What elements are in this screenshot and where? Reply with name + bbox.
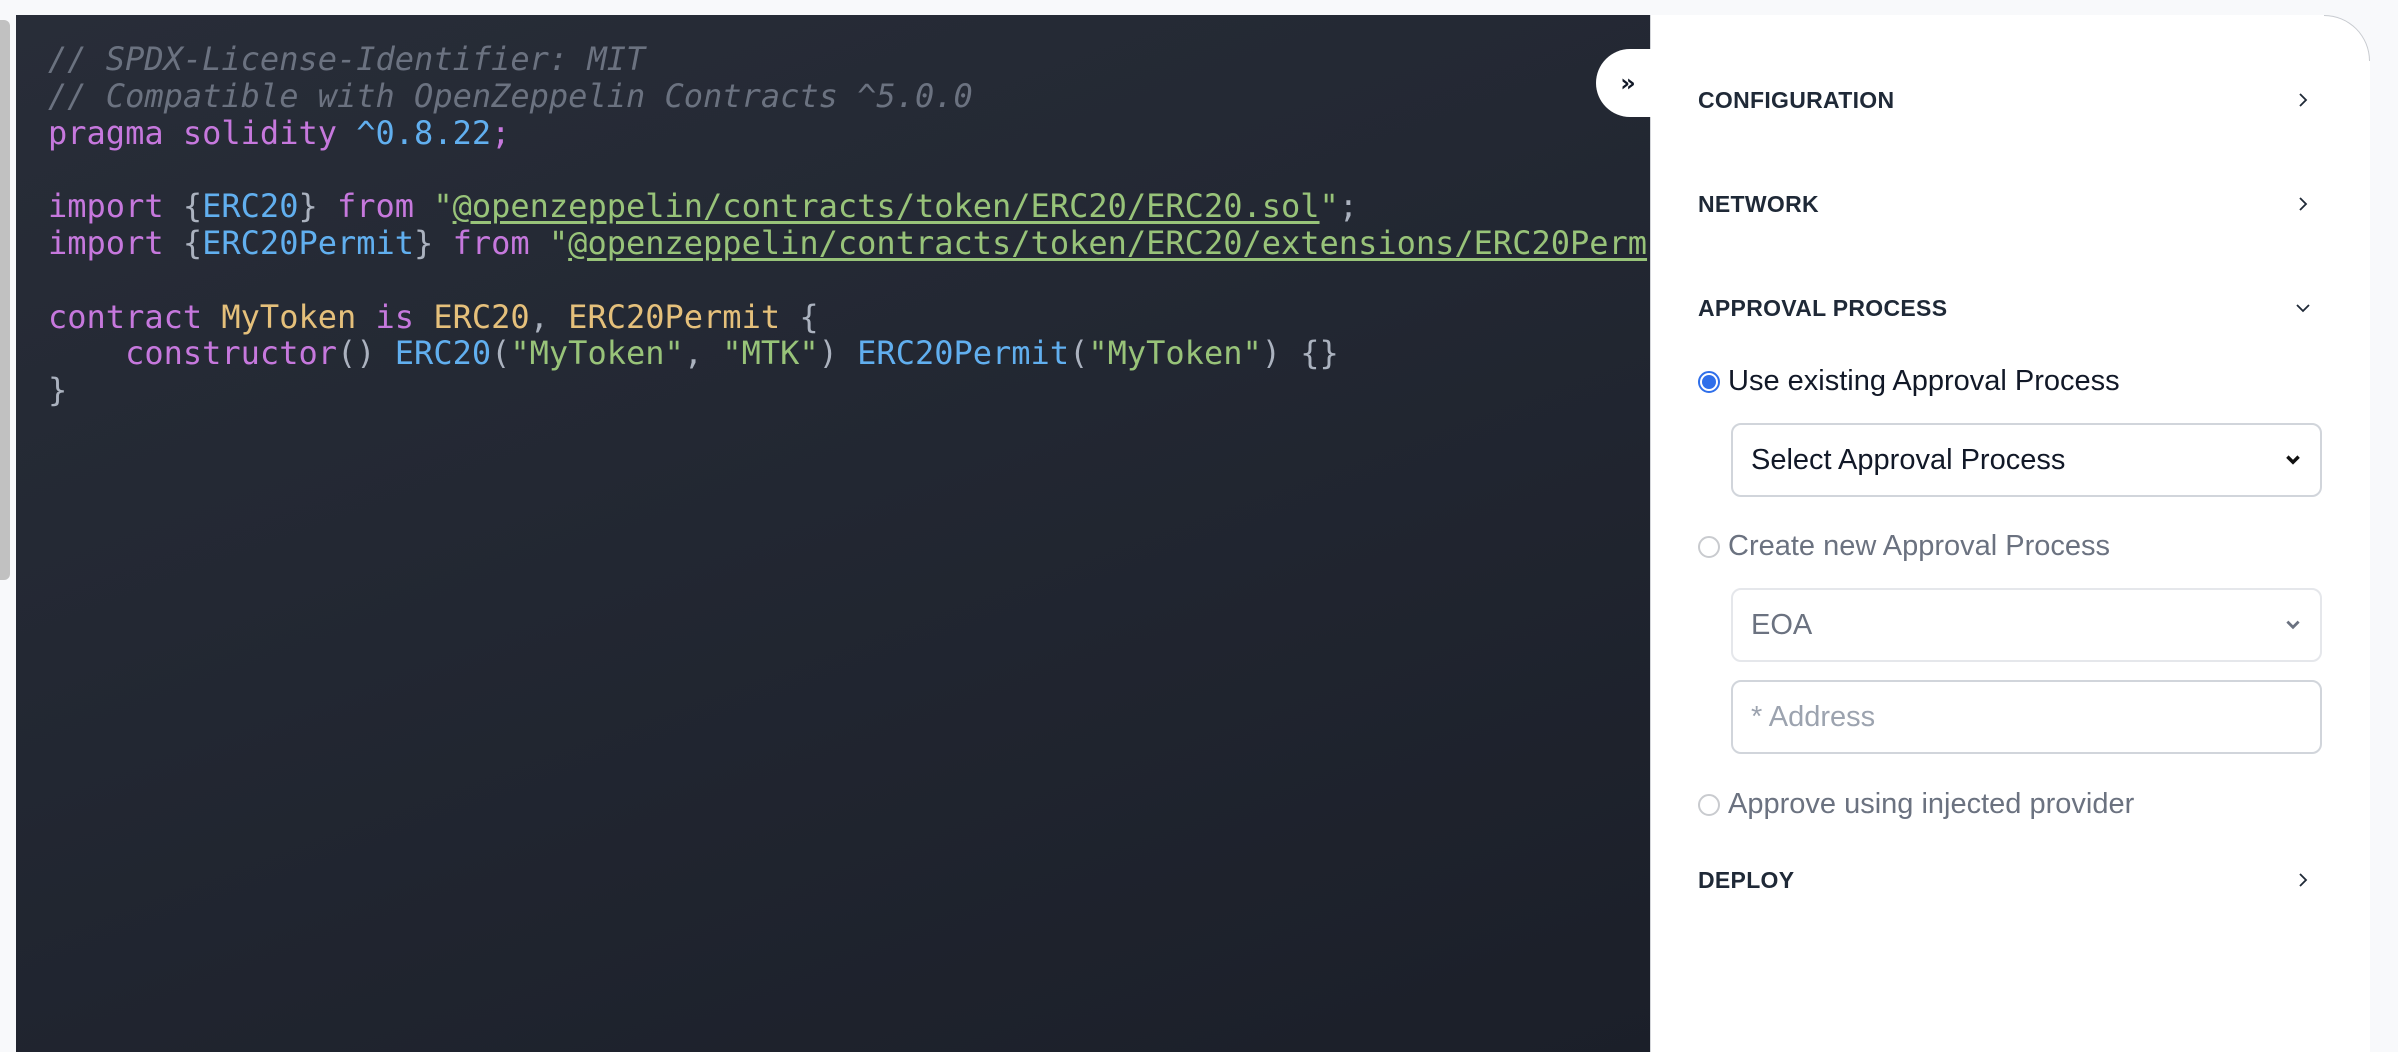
code-token: ERC20 — [202, 187, 299, 226]
approval-process-select[interactable]: Select Approval Process — [1731, 423, 2322, 497]
code-token: { — [780, 297, 819, 336]
radio-button-checked[interactable] — [1698, 370, 1720, 393]
section-label-configuration: CONFIGURATION — [1698, 86, 1895, 113]
code-token: ) — [818, 334, 858, 373]
code-token: ERC20 — [394, 334, 492, 373]
radio-button-unchecked[interactable] — [1698, 535, 1720, 558]
code-token: " — [548, 223, 569, 262]
collapse-panel-button[interactable]: » — [1596, 49, 1656, 117]
radio-create-new-approval[interactable]: Create new Approval Process — [1698, 530, 2110, 563]
code-import-path[interactable]: @openzeppelin/contracts/token/ERC20/exte… — [568, 224, 1647, 262]
radio-approve-injected-provider[interactable]: Approve using injected provider — [1698, 788, 2134, 821]
code-token: " — [433, 187, 453, 226]
code-token: MyToken — [221, 297, 357, 336]
code-token: contract — [48, 297, 222, 336]
code-token: ; — [491, 113, 511, 152]
code-token: , — [529, 297, 569, 336]
address-input[interactable] — [1731, 680, 2322, 754]
radio-label: Use existing Approval Process — [1728, 365, 2120, 397]
code-token: import — [48, 223, 183, 262]
code-token: " — [1319, 187, 1339, 226]
radio-use-existing-approval[interactable]: Use existing Approval Process — [1698, 365, 2120, 398]
code-token: , — [683, 334, 723, 373]
code-token: } — [298, 187, 318, 226]
code-token: // Compatible with OpenZeppelin Contract… — [48, 76, 973, 115]
code-token: ( — [491, 334, 511, 373]
section-approval-process[interactable]: APPROVAL PROCESS — [1698, 283, 2318, 333]
code-token: ERC20Permit — [568, 297, 781, 336]
code-editor: // SPDX-License-Identifier: MIT// Compat… — [16, 15, 1676, 1052]
code-token: ERC20Permit — [202, 223, 415, 262]
chevron-down-icon — [2284, 609, 2302, 642]
code-token: from — [317, 187, 434, 226]
code-token: from — [433, 223, 549, 262]
code-line: pragma solidity ^0.8.22; — [48, 113, 1647, 152]
code-token: constructor — [48, 334, 337, 373]
deploy-side-panel: CONFIGURATION NETWORK APPROVAL PROCESS U… — [1650, 15, 2370, 1052]
code-token: ^0.8.22 — [356, 113, 492, 152]
code-token: } — [48, 371, 68, 410]
section-label-deploy: DEPLOY — [1698, 866, 1795, 893]
code-token: ; — [1338, 187, 1359, 226]
code-token: ERC20 — [433, 297, 530, 336]
code-token: { — [182, 223, 203, 262]
select-value: Select Approval Process — [1751, 443, 2066, 476]
chevron-right-icon — [2288, 865, 2318, 895]
section-deploy[interactable]: DEPLOY — [1698, 855, 2318, 905]
code-line: constructor() ERC20("MyToken", "MTK") ER… — [48, 335, 1647, 372]
code-token: is — [356, 297, 434, 336]
code-token: // SPDX-License-Identifier: MIT — [48, 40, 646, 78]
code-token: import — [48, 187, 183, 226]
section-label-network: NETWORK — [1698, 190, 1819, 217]
code-token: { — [182, 187, 203, 226]
radio-button-unchecked[interactable] — [1698, 793, 1720, 816]
chevron-right-icon — [2288, 85, 2318, 115]
code-line: contract MyToken is ERC20, ERC20Permit { — [48, 297, 1647, 336]
code-token: "MTK" — [722, 334, 819, 373]
select-value: EOA — [1751, 608, 1813, 641]
chevron-right-icon — [2288, 189, 2318, 219]
code-token: } — [414, 223, 434, 262]
section-label-approval-process: APPROVAL PROCESS — [1698, 294, 1948, 321]
code-token: ERC20Permit — [857, 334, 1070, 373]
double-chevron-right-icon: » — [1620, 69, 1636, 97]
code-token: () — [336, 334, 395, 373]
code-import-path[interactable]: @openzeppelin/contracts/token/ERC20/ERC2… — [453, 187, 1320, 225]
code-token: "MyToken" — [1088, 334, 1262, 373]
chevron-down-icon — [2288, 293, 2318, 323]
section-network[interactable]: NETWORK — [1698, 179, 2318, 229]
code-line: } — [48, 372, 1647, 409]
code-content: // SPDX-License-Identifier: MIT// Compat… — [48, 41, 1647, 409]
code-token: "MyToken" — [510, 334, 684, 373]
radio-label: Approve using injected provider — [1728, 788, 2135, 820]
code-token: pragma solidity — [48, 113, 357, 152]
approval-type-select[interactable]: EOA — [1731, 588, 2322, 662]
radio-label: Create new Approval Process — [1728, 530, 2111, 562]
code-token: ) {} — [1261, 334, 1339, 373]
code-token: ( — [1069, 334, 1089, 373]
code-line: // SPDX-License-Identifier: MIT — [48, 41, 1647, 78]
code-line: // Compatible with OpenZeppelin Contract… — [48, 76, 1647, 115]
chevron-down-icon — [2284, 444, 2302, 477]
code-line: import {ERC20} from "@openzeppelin/contr… — [48, 188, 1647, 225]
editor-scrollbar[interactable] — [0, 20, 10, 580]
code-line: import {ERC20Permit} from "@openzeppelin… — [48, 225, 1647, 262]
section-configuration[interactable]: CONFIGURATION — [1698, 75, 2318, 125]
